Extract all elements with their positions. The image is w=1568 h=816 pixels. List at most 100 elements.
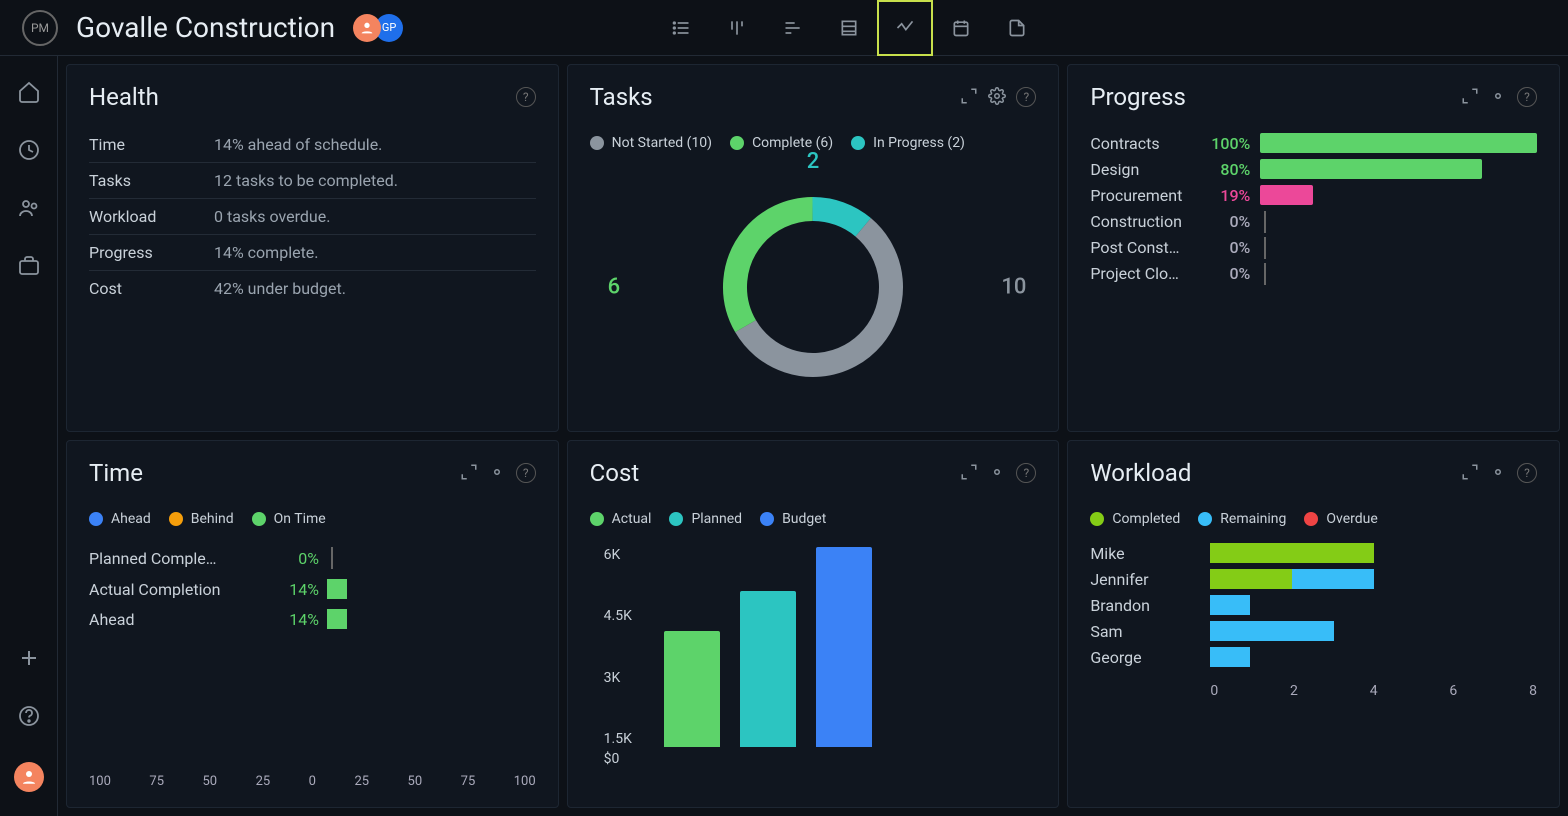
- workload-track: [1210, 569, 1537, 589]
- axis-tick: 50: [408, 774, 423, 789]
- legend-item[interactable]: Planned: [669, 511, 742, 527]
- view-tabs: [653, 0, 1045, 56]
- add-icon[interactable]: [17, 646, 41, 670]
- workload-row: George: [1090, 647, 1537, 667]
- help-icon[interactable]: ?: [1517, 463, 1537, 483]
- legend-label: Planned: [691, 511, 742, 527]
- time-row: Actual Completion 14%: [89, 579, 536, 599]
- help-icon[interactable]: [17, 704, 41, 728]
- view-list-icon[interactable]: [653, 0, 709, 56]
- workload-label: Mike: [1090, 544, 1210, 563]
- time-label: Actual Completion: [89, 580, 249, 599]
- legend-dot-icon: [730, 136, 744, 150]
- legend-dot-icon: [1090, 512, 1104, 526]
- axis-tick: 4: [1370, 683, 1378, 699]
- home-icon[interactable]: [17, 80, 41, 104]
- help-icon[interactable]: ?: [1016, 87, 1036, 107]
- legend-item[interactable]: Behind: [169, 511, 234, 527]
- legend-item[interactable]: On Time: [252, 511, 326, 527]
- member-avatars[interactable]: GP: [353, 14, 403, 42]
- axis-tick: 6K: [604, 547, 632, 563]
- legend-dot-icon: [89, 512, 103, 526]
- expand-icon[interactable]: [960, 87, 978, 105]
- legend-label: On Time: [274, 511, 326, 527]
- legend-label: Remaining: [1220, 511, 1286, 527]
- view-sheet-icon[interactable]: [821, 0, 877, 56]
- cost-bar-actual: [664, 631, 720, 747]
- progress-label: Project Clo…: [1090, 264, 1200, 283]
- cost-bar-planned: [740, 591, 796, 747]
- panel-title: Workload: [1090, 459, 1191, 487]
- project-title[interactable]: Govalle Construction: [76, 11, 335, 44]
- help-icon[interactable]: ?: [516, 87, 536, 107]
- progress-bar: [1260, 159, 1481, 179]
- health-key: Progress: [89, 243, 214, 262]
- legend-item[interactable]: Completed: [1090, 511, 1180, 527]
- view-board-icon[interactable]: [709, 0, 765, 56]
- progress-label: Construction: [1090, 212, 1200, 231]
- progress-label: Design: [1090, 160, 1200, 179]
- progress-bar: [1260, 185, 1313, 205]
- panel-title: Progress: [1090, 83, 1186, 111]
- user-avatar[interactable]: [14, 762, 44, 792]
- recent-icon[interactable]: [17, 138, 41, 162]
- gear-icon[interactable]: [1489, 463, 1507, 481]
- gear-icon[interactable]: [1489, 87, 1507, 105]
- workload-track: [1210, 647, 1537, 667]
- view-file-icon[interactable]: [989, 0, 1045, 56]
- view-dashboard-icon[interactable]: [877, 0, 933, 56]
- legend-label: In Progress (2): [873, 135, 965, 151]
- legend-item[interactable]: Budget: [760, 511, 826, 527]
- portfolio-icon[interactable]: [17, 254, 41, 278]
- time-row: Ahead 14%: [89, 609, 536, 629]
- panel-title: Tasks: [590, 83, 653, 111]
- legend-item[interactable]: Not Started (10): [590, 135, 712, 151]
- help-icon[interactable]: ?: [516, 463, 536, 483]
- progress-pct: 0%: [1200, 264, 1250, 283]
- gear-icon[interactable]: [988, 463, 1006, 481]
- legend-item[interactable]: Ahead: [89, 511, 151, 527]
- donut-value: 10: [1001, 275, 1026, 300]
- gear-icon[interactable]: [488, 463, 506, 481]
- health-row: Cost 42% under budget.: [89, 271, 536, 306]
- panel-title: Health: [89, 83, 159, 111]
- expand-icon[interactable]: [1461, 463, 1479, 481]
- axis-tick: 8: [1529, 683, 1537, 699]
- cost-bar-budget: [816, 547, 872, 747]
- legend-label: Completed: [1112, 511, 1180, 527]
- time-pct: 14%: [249, 580, 319, 599]
- health-value: 14% complete.: [214, 243, 319, 262]
- expand-icon[interactable]: [1461, 87, 1479, 105]
- axis-tick: 100: [89, 774, 111, 789]
- workload-row: Jennifer: [1090, 569, 1537, 589]
- gear-icon[interactable]: [988, 87, 1006, 105]
- legend-label: Behind: [191, 511, 234, 527]
- avatar[interactable]: [353, 14, 381, 42]
- health-value: 14% ahead of schedule.: [214, 135, 382, 154]
- legend-item[interactable]: Remaining: [1198, 511, 1286, 527]
- expand-icon[interactable]: [960, 463, 978, 481]
- legend-item[interactable]: Overdue: [1304, 511, 1377, 527]
- health-value: 0 tasks overdue.: [214, 207, 330, 226]
- health-key: Time: [89, 135, 214, 154]
- view-gantt-icon[interactable]: [765, 0, 821, 56]
- app-logo[interactable]: PM: [22, 10, 58, 46]
- panel-time: Time ? Ahead Behind On Time Planned Comp…: [66, 440, 559, 808]
- legend-dot-icon: [1198, 512, 1212, 526]
- legend-item[interactable]: In Progress (2): [851, 135, 965, 151]
- help-icon[interactable]: ?: [1517, 87, 1537, 107]
- team-icon[interactable]: [17, 196, 41, 220]
- axis-zero: $0: [604, 751, 620, 767]
- donut-value: 6: [608, 275, 621, 300]
- workload-track: [1210, 543, 1537, 563]
- legend-item[interactable]: Actual: [590, 511, 652, 527]
- legend-label: Complete (6): [752, 135, 833, 151]
- expand-icon[interactable]: [460, 463, 478, 481]
- axis-tick: 4.5K: [604, 608, 632, 624]
- axis-tick: 75: [461, 774, 476, 789]
- help-icon[interactable]: ?: [1016, 463, 1036, 483]
- view-calendar-icon[interactable]: [933, 0, 989, 56]
- progress-bar: [1260, 133, 1537, 153]
- health-key: Cost: [89, 279, 214, 298]
- axis-tick: 75: [149, 774, 164, 789]
